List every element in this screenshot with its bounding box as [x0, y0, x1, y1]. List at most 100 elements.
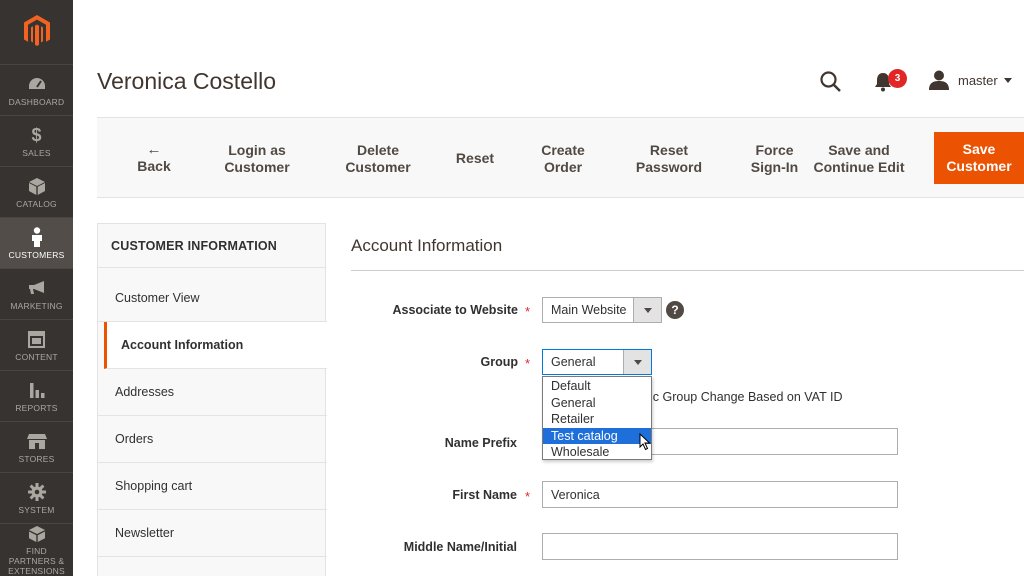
nav-dashboard-label: DASHBOARD [8, 97, 65, 107]
first-name-label: First Name [452, 488, 517, 502]
arrow-left-icon: ← [146, 141, 162, 158]
tabs-heading: CUSTOMER INFORMATION [98, 223, 325, 268]
nav-marketing-label: MARKETING [10, 301, 63, 311]
associate-website-select[interactable]: Main Website [542, 297, 662, 323]
associate-website-label: Associate to Website [392, 303, 518, 317]
tab-orders[interactable]: Orders [98, 416, 327, 463]
nav-find-partners[interactable]: FIND PARTNERS & EXTENSIONS [0, 523, 73, 576]
delete-label: Delete [356, 141, 400, 158]
delete-customer-label: Customer [345, 158, 411, 175]
first-name-input[interactable]: Veronica [542, 481, 898, 508]
nav-system-label: SYSTEM [18, 505, 55, 515]
help-icon[interactable]: ? [666, 301, 684, 319]
magento-logo[interactable] [0, 0, 73, 62]
gear-icon [27, 483, 46, 501]
login-as-label: Login as [228, 141, 286, 158]
force-sign-in-button[interactable]: Force Sign-In [737, 118, 812, 199]
group-option-test-catalog[interactable]: Test catalog [543, 427, 651, 444]
section-divider [351, 270, 1024, 271]
group-option-default[interactable]: Default [543, 378, 651, 395]
person-icon [31, 227, 42, 247]
required-marker: * [525, 304, 531, 319]
middle-name-input[interactable] [542, 533, 898, 560]
group-option-retailer[interactable]: Retailer [543, 411, 651, 428]
reset-label: Reset [455, 150, 495, 166]
group-select[interactable]: General [542, 349, 652, 375]
group-label: Group [480, 355, 519, 369]
required-marker: * [525, 356, 531, 371]
layout-icon [28, 330, 45, 348]
login-as-customer-button[interactable]: Login as Customer [207, 118, 307, 199]
customer-info-tabs: CUSTOMER INFORMATION Customer View Accou… [97, 223, 327, 576]
nav-find-partners-label: FIND PARTNERS & EXTENSIONS [8, 546, 65, 576]
reset-password-label-2: Password [635, 158, 703, 175]
vat-group-change-label[interactable]: ic Group Change Based on VAT ID [650, 390, 842, 404]
tab-addresses[interactable]: Addresses [98, 369, 327, 416]
delete-customer-button[interactable]: Delete Customer [329, 118, 427, 199]
store-icon [26, 433, 47, 449]
create-label: Create [541, 141, 585, 158]
nav-content-label: CONTENT [15, 352, 58, 362]
login-as-customer-label: Customer [224, 158, 290, 175]
chevron-down-icon [1003, 77, 1012, 83]
chevron-down-icon [623, 350, 651, 374]
create-order-label: Order [543, 158, 583, 175]
group-value: General [551, 355, 596, 369]
save-and-label: Save and [828, 141, 890, 158]
reset-password-label-1: Reset [649, 141, 689, 158]
associate-website-value: Main Website [551, 303, 627, 317]
group-option-general[interactable]: General [543, 395, 651, 412]
nav-catalog-label: CATALOG [16, 199, 57, 209]
nav-system[interactable]: SYSTEM [0, 472, 73, 523]
reset-password-button[interactable]: Reset Password [621, 118, 717, 199]
save-and-continue-button[interactable]: Save and Continue Edit [809, 118, 909, 199]
notification-count-badge[interactable]: 3 [888, 69, 907, 88]
nav-content[interactable]: CONTENT [0, 319, 73, 370]
save-customer-button[interactable]: Save Customer [934, 132, 1024, 184]
save-label: Save [962, 141, 996, 157]
nav-marketing[interactable]: MARKETING [0, 268, 73, 319]
nav-catalog[interactable]: CATALOG [0, 166, 73, 217]
tab-newsletter[interactable]: Newsletter [98, 510, 327, 557]
back-label: Back [137, 158, 171, 174]
user-menu[interactable]: master [929, 70, 1012, 90]
nav-dashboard[interactable]: DASHBOARD [0, 64, 73, 115]
reset-button[interactable]: Reset [441, 118, 509, 199]
nav-reports-label: REPORTS [15, 403, 58, 413]
create-order-button[interactable]: Create Order [521, 118, 605, 199]
group-option-wholesale[interactable]: Wholesale [543, 444, 651, 461]
tab-shopping-cart[interactable]: Shopping cart [98, 463, 327, 510]
section-title: Account Information [351, 236, 503, 255]
save-customer-label: Customer [946, 158, 1012, 174]
header-search[interactable] [820, 71, 842, 98]
username-label: master [958, 72, 998, 88]
tab-account-information[interactable]: Account Information [104, 322, 327, 369]
user-icon [929, 70, 949, 90]
page-actions-bar: ← Back Login as Customer Delete Customer… [97, 117, 1024, 198]
dashboard-icon [28, 78, 45, 89]
nav-customers[interactable]: CUSTOMERS [0, 217, 73, 268]
mouse-cursor-icon [639, 433, 651, 451]
megaphone-icon [28, 281, 44, 294]
cube-icon [28, 177, 45, 195]
magento-logo-icon [23, 15, 50, 46]
group-dropdown-list: Default General Retailer Test catalog Wh… [542, 376, 652, 460]
back-button[interactable]: ← Back [119, 118, 189, 199]
search-icon [820, 71, 841, 92]
tab-customer-view[interactable]: Customer View [98, 275, 327, 322]
required-marker: * [525, 489, 531, 504]
nav-customers-label: CUSTOMERS [8, 250, 65, 260]
continue-edit-label: Continue Edit [813, 158, 905, 175]
admin-sidebar: DASHBOARD $ SALES CATALOG CUSTOMERS MARK… [0, 0, 73, 576]
nav-stores[interactable]: STORES [0, 421, 73, 472]
nav-sales-label: SALES [22, 148, 51, 158]
bar-chart-icon [29, 382, 44, 398]
dollar-icon: $ [31, 124, 42, 145]
force-label: Force [755, 141, 794, 158]
nav-reports[interactable]: REPORTS [0, 370, 73, 421]
middle-name-label: Middle Name/Initial [403, 540, 517, 554]
chevron-down-icon [633, 298, 661, 322]
page-title: Veronica Costello [97, 68, 276, 94]
nav-stores-label: STORES [18, 454, 55, 464]
nav-sales[interactable]: $ SALES [0, 115, 73, 166]
